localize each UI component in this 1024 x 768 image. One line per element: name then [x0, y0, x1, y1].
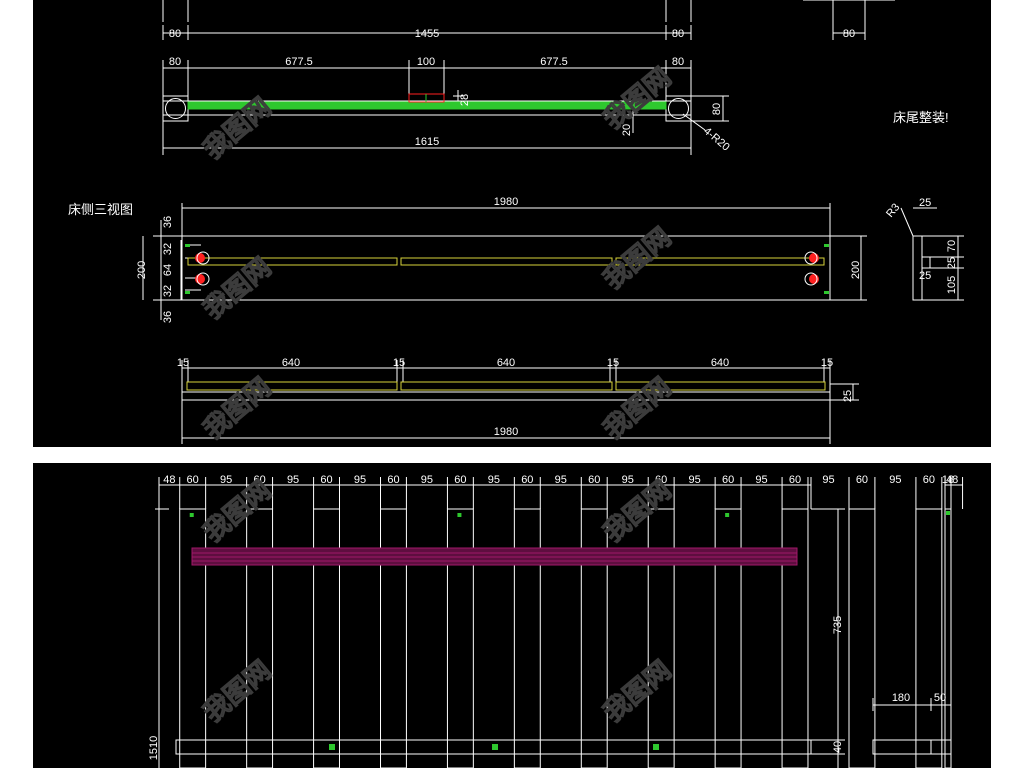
dim-640-a: 640 — [282, 357, 300, 369]
dim-28: 28 — [459, 94, 471, 106]
picket — [915, 508, 943, 768]
picket-dim-label: 95 — [755, 474, 767, 486]
picket-dim-label: 95 — [822, 474, 834, 486]
dim-677-a: 677.5 — [285, 56, 313, 68]
dim-25-sec-top: 25 — [919, 197, 931, 209]
picket-marker — [725, 513, 730, 517]
dim-735: 735 — [832, 616, 844, 634]
dim-180: 180 — [892, 692, 910, 704]
dim-32-b: 32 — [162, 285, 174, 297]
dim-4-r20: 4-R20 — [701, 125, 732, 153]
bottom-dimension-text: 1510 735 40 18 180 50 48 60 95 60 95 60 95 60 95… — [148, 474, 958, 760]
picket-dim-label: 95 — [555, 474, 567, 486]
dim-15-d: 15 — [821, 357, 833, 369]
note-bed-end: 床尾整装! — [893, 110, 949, 125]
picket-dim-label: 95 — [220, 474, 232, 486]
picket-dim-label: 95 — [421, 474, 433, 486]
dim-50: 50 — [934, 692, 946, 704]
dim-80-a: 80 — [169, 28, 181, 40]
dim-105: 105 — [946, 276, 958, 294]
dim-64: 64 — [162, 264, 174, 276]
dim-1615: 1615 — [415, 136, 439, 148]
dim-40: 40 — [832, 741, 844, 753]
picket-dim-label: 60 — [320, 474, 332, 486]
dim-70: 70 — [946, 240, 958, 252]
picket-dim-label: 60 — [923, 474, 935, 486]
picket-dim-label: 95 — [488, 474, 500, 486]
picket-dim-label: 60 — [856, 474, 868, 486]
watermarks-top: 我图网 我图网 我图网 我图网 我图网 我图网 — [197, 61, 677, 445]
picket-dim-label: 95 — [354, 474, 366, 486]
picket-marker — [189, 513, 194, 517]
dim-200-left: 200 — [136, 261, 148, 279]
dim-1980-slat: 1980 — [494, 426, 518, 438]
picket-dim-label: 95 — [287, 474, 299, 486]
dim-80-d: 80 — [169, 56, 181, 68]
dim-1510: 1510 — [148, 736, 160, 760]
picket-dim-label: 60 — [454, 474, 466, 486]
green-markers-bottom — [329, 511, 950, 750]
picket-dim-label: 95 — [889, 474, 901, 486]
bottom-drawing-canvas: 1510 735 40 18 180 50 48 60 95 60 95 60 95 60 95… — [148, 474, 964, 768]
dim-25-slat: 25 — [842, 390, 854, 402]
side-view-title: 床侧三视图 — [68, 202, 133, 217]
dim-1980-side: 1980 — [494, 196, 518, 208]
side-slat-grooves — [186, 257, 826, 391]
picket-dim-label: 95 — [622, 474, 634, 486]
drawing-panel-top: 80 1455 80 80 80 677.5 100 677.5 80 28 8… — [33, 0, 991, 447]
watermark-3: 我图网 — [198, 251, 277, 324]
dim-1455: 1455 — [415, 28, 439, 40]
dim-15-b: 15 — [393, 357, 405, 369]
dim-80-b: 80 — [672, 28, 684, 40]
dim-15-a: 15 — [177, 357, 189, 369]
picket-dim-label: 95 — [689, 474, 701, 486]
watermark-9: 我图网 — [198, 654, 277, 727]
top-color-elements — [185, 93, 829, 391]
dim-25-sec-mid: 25 — [946, 257, 958, 269]
picket-dim-label: 60 — [722, 474, 734, 486]
dim-36-a: 36 — [162, 216, 174, 228]
bolt-holes — [195, 251, 819, 286]
picket-dim-label: 60 — [789, 474, 801, 486]
dim-677-b: 677.5 — [540, 56, 568, 68]
picket — [848, 508, 876, 768]
picket-dim-label: 60 — [387, 474, 399, 486]
top-drawing-canvas: 80 1455 80 80 80 677.5 100 677.5 80 28 8… — [68, 0, 964, 445]
picket-dim-label: 60 — [521, 474, 533, 486]
dim-80-e: 80 — [672, 56, 684, 68]
watermark-2: 我图网 — [598, 61, 677, 134]
picket-dim-label: 48 — [163, 474, 175, 486]
dim-r3: R3 — [884, 201, 902, 219]
dim-32-a: 32 — [162, 243, 174, 255]
dim-100: 100 — [417, 56, 435, 68]
dim-36-b: 36 — [162, 311, 174, 323]
watermarks-bottom: 我图网 我图网 我图网 我图网 — [197, 474, 677, 728]
dim-15-c: 15 — [607, 357, 619, 369]
drawing-panel-bottom: 1510 735 40 18 180 50 48 60 95 60 95 60 95 60 95… — [33, 463, 991, 768]
dim-640-b: 640 — [497, 357, 515, 369]
picket-dim-label: 48 — [946, 474, 958, 486]
picket-dim-label: 60 — [588, 474, 600, 486]
dim-25-sec-w: 25 — [919, 270, 931, 282]
green-markers — [185, 244, 829, 294]
dim-80-f: 80 — [711, 103, 723, 115]
picket-marker — [457, 513, 462, 517]
dim-640-c: 640 — [711, 357, 729, 369]
picket-dim-label: 60 — [187, 474, 199, 486]
dim-200-right: 200 — [850, 261, 862, 279]
dim-80-c: 80 — [843, 28, 855, 40]
watermark-10: 我图网 — [598, 654, 677, 727]
